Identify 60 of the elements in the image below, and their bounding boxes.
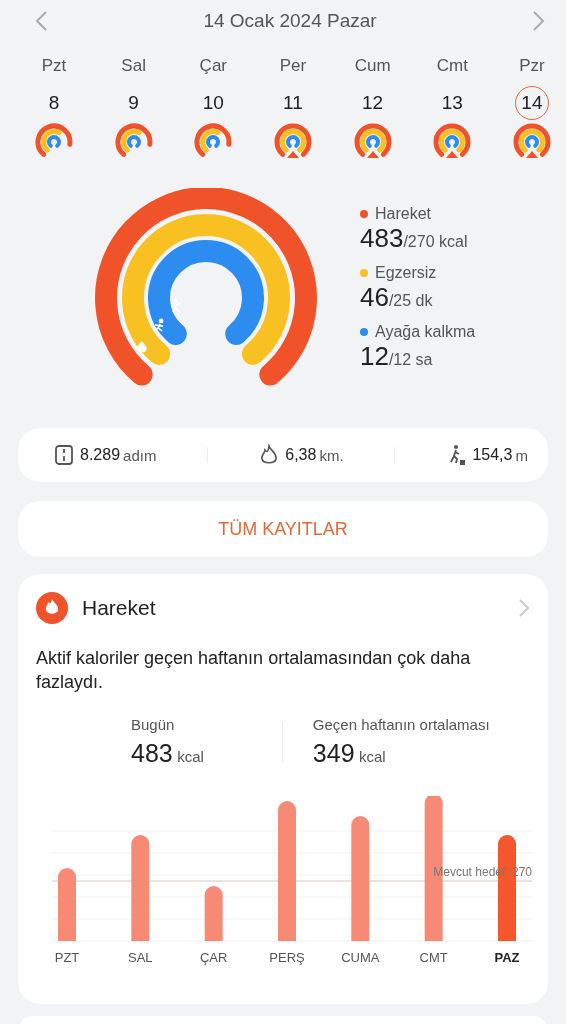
stat-unit: km. bbox=[319, 446, 344, 464]
average-value: 349 bbox=[312, 739, 355, 767]
stat-value: 154,3 bbox=[472, 446, 513, 464]
ring-value: 12 bbox=[360, 340, 389, 371]
bar[interactable] bbox=[131, 835, 150, 941]
bar[interactable] bbox=[351, 816, 370, 941]
ring-label: Ayağa kalkma bbox=[375, 322, 476, 341]
day-label: ÇAR bbox=[199, 950, 228, 965]
weekday-label: Pzt bbox=[41, 56, 67, 76]
bar[interactable] bbox=[58, 868, 76, 941]
day-label: PZT bbox=[54, 950, 80, 965]
stat-unit: m bbox=[515, 446, 528, 464]
ring-value: 483 bbox=[360, 222, 404, 253]
summary-message: Aktif kaloriler geçen haftanın ortalamasından çok daha fazlaydı. bbox=[36, 647, 472, 694]
day-label: CMT bbox=[419, 950, 448, 965]
day-label: PAZ bbox=[494, 950, 520, 965]
today-label: Bugün bbox=[131, 716, 176, 733]
footprint-icon bbox=[54, 444, 74, 466]
stat-value: 8.289 bbox=[80, 446, 121, 464]
day-number[interactable]: 8 bbox=[37, 86, 71, 120]
standing-person-icon bbox=[170, 298, 182, 313]
average-label: Geçen haftanın ortalaması bbox=[312, 716, 490, 733]
bar[interactable] bbox=[278, 801, 296, 941]
previous-day-button[interactable] bbox=[34, 10, 48, 32]
day-label: PERŞ bbox=[269, 950, 305, 965]
next-day-button[interactable] bbox=[532, 10, 546, 32]
average-unit: kcal bbox=[359, 748, 386, 765]
card-title: Hareket bbox=[82, 596, 157, 620]
ring-value: 46 bbox=[360, 281, 389, 312]
ring-goal: /270 kcal bbox=[403, 232, 468, 250]
ring-label: Hareket bbox=[375, 204, 432, 223]
today-unit: kcal bbox=[177, 748, 204, 765]
day-number[interactable]: 12 bbox=[355, 86, 390, 120]
ring-label: Egzersiz bbox=[375, 263, 437, 282]
chevron-right-icon bbox=[532, 10, 546, 32]
runner-icon bbox=[154, 318, 164, 332]
day-number[interactable]: 11 bbox=[275, 86, 310, 120]
date-title: 14 Ocak 2024 Pazar bbox=[203, 10, 377, 32]
ring-goal: /25 dk bbox=[388, 291, 433, 309]
chevron-right-icon[interactable] bbox=[518, 598, 530, 618]
flame-icon bbox=[36, 592, 68, 624]
stat-unit: adım bbox=[123, 446, 157, 464]
ring-goal: /12 sa bbox=[388, 350, 433, 368]
weekday-label: Cmt bbox=[436, 56, 468, 76]
bar[interactable] bbox=[204, 886, 223, 941]
weekday-label: Çar bbox=[199, 56, 227, 76]
today-value: 483 bbox=[131, 739, 173, 767]
flame-icon bbox=[259, 444, 280, 466]
stat-value: 6,38 bbox=[285, 446, 317, 464]
weekday-label: Pzr bbox=[519, 56, 545, 76]
day-label: CUMA bbox=[341, 950, 380, 965]
day-number[interactable]: 13 bbox=[435, 86, 470, 120]
day-number[interactable]: 9 bbox=[116, 86, 151, 120]
weekday-label: Cum bbox=[354, 56, 391, 76]
day-number[interactable]: 10 bbox=[196, 86, 231, 120]
chevron-left-icon bbox=[34, 10, 48, 32]
weekday-label: Sal bbox=[121, 56, 146, 76]
flame-icon bbox=[136, 340, 147, 353]
day-label: SAL bbox=[128, 950, 153, 965]
weekday-label: Per bbox=[279, 56, 307, 76]
